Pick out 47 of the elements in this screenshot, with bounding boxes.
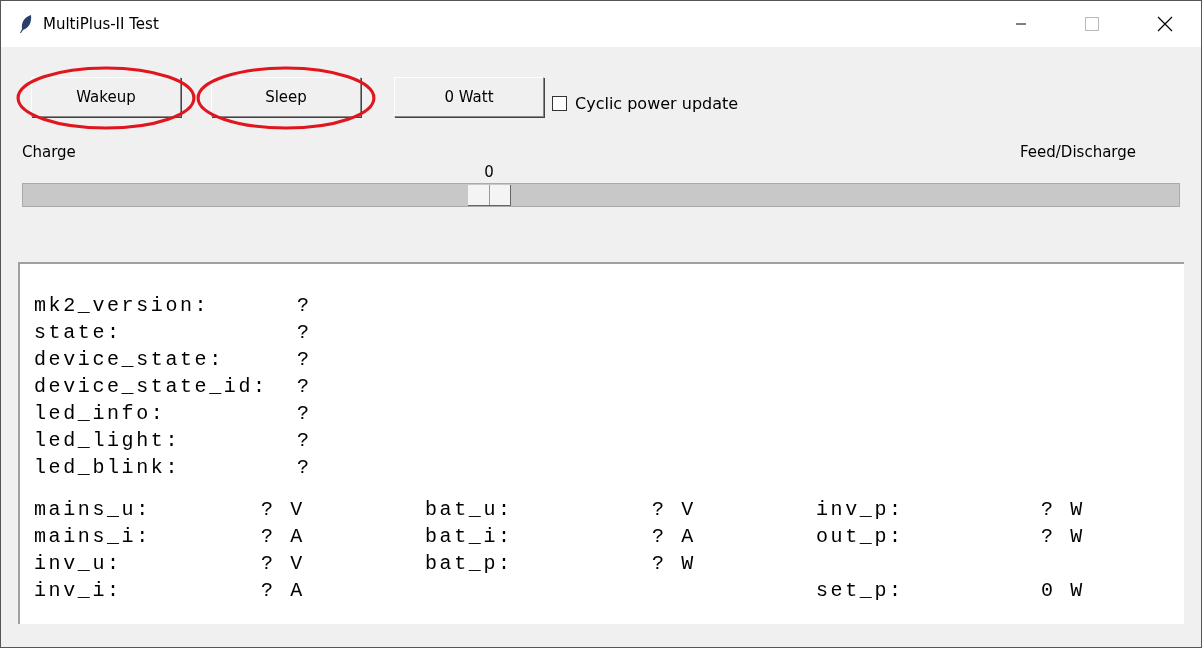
checkbox[interactable] <box>552 95 567 111</box>
field-value: ? A <box>261 524 306 550</box>
action-button[interactable]: Wakeup <box>31 77 181 117</box>
field-label: mains_i: <box>34 524 152 550</box>
window-title: MultiPlus-II Test <box>43 15 159 33</box>
field-value: ? <box>297 347 312 373</box>
field-value: ? <box>297 455 312 481</box>
field-value: ? W <box>1041 524 1086 550</box>
discharge-label: Feed/Discharge <box>1020 143 1136 161</box>
field-value: ? A <box>652 524 697 550</box>
slider-thumb[interactable] <box>468 185 512 206</box>
field-value: ? A <box>261 578 306 604</box>
field-label: mk2_version: <box>34 293 211 319</box>
field-label: mains_u: <box>34 497 152 523</box>
field-value: ? W <box>1041 497 1086 523</box>
field-value: ? <box>297 401 312 427</box>
slider-track[interactable] <box>22 183 1180 207</box>
action-button[interactable]: Sleep <box>211 77 361 117</box>
field-label: set_p: <box>816 578 905 604</box>
field-label: bat_i: <box>425 524 514 550</box>
field-label: led_light: <box>34 428 182 454</box>
field-label: led_blink: <box>34 455 182 481</box>
field-value: ? <box>297 428 312 454</box>
feather-icon <box>19 14 33 34</box>
field-value: ? V <box>261 551 306 577</box>
field-label: led_info: <box>34 401 167 427</box>
field-value: ? <box>297 374 312 400</box>
field-label: inv_u: <box>34 551 123 577</box>
close-icon[interactable] <box>1157 16 1173 32</box>
field-value: ? V <box>652 497 697 523</box>
field-label: device_state_id: <box>34 374 269 400</box>
field-label: bat_p: <box>425 551 514 577</box>
field-value: ? V <box>261 497 306 523</box>
action-button[interactable]: 0 Watt <box>394 77 544 117</box>
field-label: inv_i: <box>34 578 123 604</box>
charge-label: Charge <box>22 143 76 161</box>
field-label: out_p: <box>816 524 905 550</box>
field-label: bat_u: <box>425 497 514 523</box>
slider-value: 0 <box>484 163 494 181</box>
field-label: inv_p: <box>816 497 905 523</box>
field-value: ? W <box>652 551 697 577</box>
field-label: device_state: <box>34 347 225 373</box>
field-value: ? <box>297 293 312 319</box>
checkbox-label: Cyclic power update <box>575 93 739 113</box>
field-value: 0 W <box>1041 578 1086 604</box>
field-value: ? <box>297 320 312 346</box>
field-label: state: <box>34 320 123 346</box>
